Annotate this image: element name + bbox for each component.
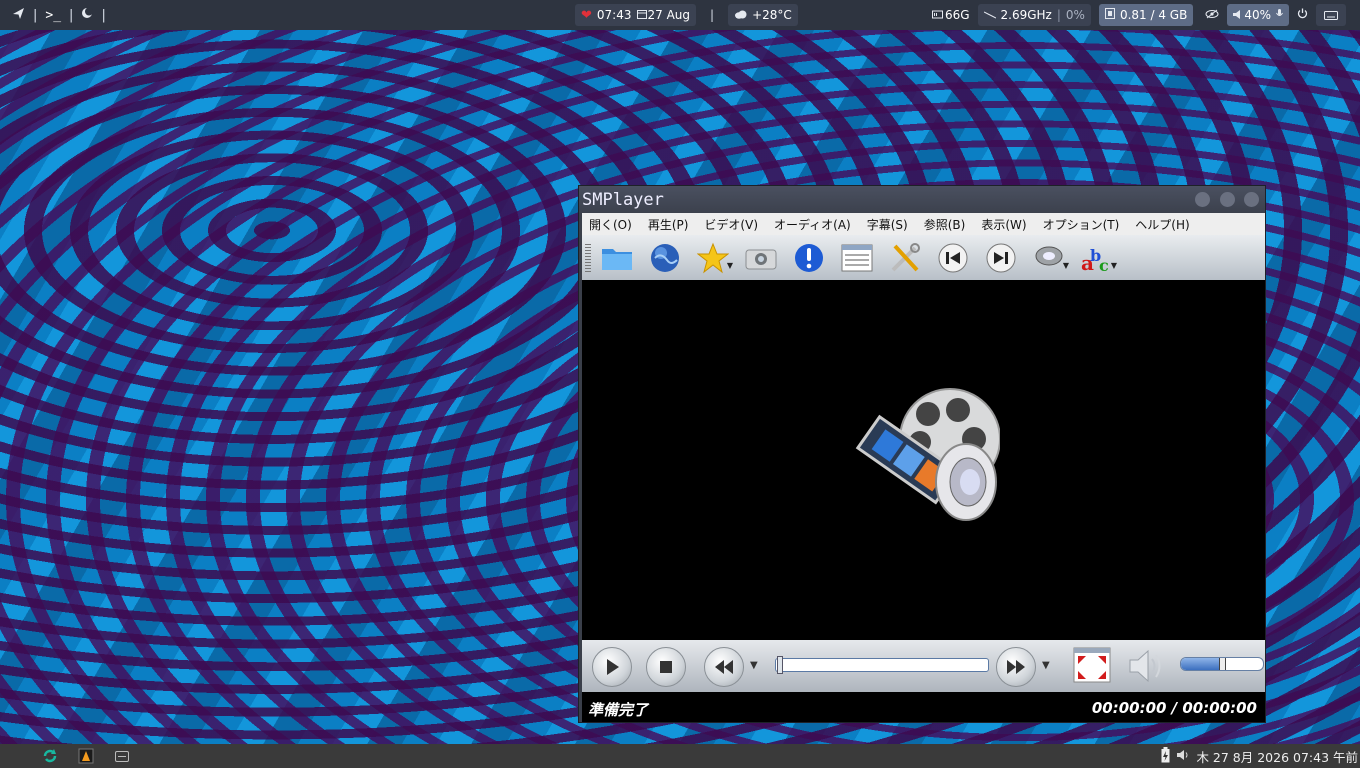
seek-bar[interactable] (775, 656, 989, 674)
disk-widget[interactable]: 66G (931, 8, 970, 22)
speaker-icon (1233, 8, 1242, 22)
menu-options[interactable]: オプション(T) (1035, 216, 1128, 233)
control-bar: ▼ ▼ (582, 640, 1265, 692)
toolbar-grip[interactable] (585, 243, 591, 272)
clock-time: 07:43 (596, 8, 632, 22)
system-tray: 木 27 8月 2026 07:43 午前 (1161, 744, 1358, 768)
top-panel-center: ❤ 07:43 27 Aug | +28°C (575, 0, 798, 30)
seek-handle[interactable] (777, 656, 783, 674)
main-toolbar: ▼ ▼ abc ▼ (582, 235, 1265, 280)
cpu-frequency: 2.69GHz (1000, 8, 1052, 22)
separator: | (33, 7, 38, 23)
separator: | (710, 8, 715, 22)
dropdown-arrow-icon: ▼ (1110, 260, 1117, 270)
video-area[interactable] (582, 280, 1265, 640)
favorites-star-icon[interactable]: ▼ (693, 238, 733, 278)
volume-slider[interactable] (1180, 657, 1264, 671)
top-panel-status: 66G 2.69GHz | 0% 0.81 / 4 GB 40% (931, 0, 1346, 30)
weather-temperature: +28°C (752, 8, 792, 22)
playlist-icon[interactable] (837, 238, 877, 278)
volume-speaker-icon[interactable] (1176, 749, 1190, 764)
maximize-button[interactable] (1220, 192, 1235, 207)
keyboard-icon[interactable] (1316, 4, 1346, 26)
subtitle-abc-icon[interactable]: abc ▼ (1077, 238, 1117, 278)
folder-icon[interactable] (597, 238, 637, 278)
window-list-icon[interactable] (114, 748, 130, 764)
bottom-panel: 木 27 8月 2026 07:43 午前 (0, 744, 1360, 768)
menubar: 開く(O) 再生(P) ビデオ(V) オーディオ(A) 字幕(S) 参照(B) … (582, 213, 1265, 235)
microphone-icon (1276, 8, 1283, 22)
menu-browse[interactable]: 参照(B) (916, 216, 974, 233)
app-launcher-icon[interactable] (78, 748, 94, 764)
svg-text:c: c (1099, 256, 1109, 274)
volume-widget[interactable]: 40% (1227, 4, 1289, 26)
volume-percent: 40% (1244, 8, 1271, 22)
fast-forward-button[interactable] (996, 647, 1036, 687)
dropdown-arrow-icon: ▼ (726, 260, 733, 270)
info-exclamation-icon[interactable] (789, 238, 829, 278)
status-bar: 準備完了 00:00:00 / 00:00:00 (582, 692, 1265, 722)
disk-icon (931, 8, 943, 22)
smplayer-logo (850, 384, 1001, 527)
top-panel: | >_ | | ❤ 07:43 27 Aug | +28°C 66G 2.69… (0, 0, 1360, 30)
menu-audio[interactable]: オーディオ(A) (766, 216, 859, 233)
volume-handle[interactable] (1219, 658, 1226, 670)
audio-track-icon[interactable]: ▼ (1029, 238, 1069, 278)
taskbar-apps (42, 744, 130, 768)
window-titlebar[interactable]: SMPlayer (579, 186, 1265, 213)
mute-speaker-icon[interactable] (1128, 649, 1164, 686)
rewind-dropdown-icon[interactable]: ▼ (750, 660, 758, 671)
separator: | (101, 7, 106, 23)
cpu-graph-icon (983, 8, 996, 22)
datetime-label[interactable]: 木 27 8月 2026 07:43 午前 (1196, 747, 1358, 766)
preferences-tools-icon[interactable] (885, 238, 925, 278)
memory-widget[interactable]: 0.81 / 4 GB (1098, 4, 1194, 26)
refresh-sync-icon[interactable] (42, 748, 58, 764)
night-mode-moon-icon[interactable] (81, 7, 94, 23)
menu-open[interactable]: 開く(O) (582, 216, 640, 233)
volume-fill (1181, 658, 1222, 670)
globe-icon[interactable] (645, 238, 685, 278)
cpu-widget[interactable]: 2.69GHz | 0% (977, 4, 1091, 26)
play-button[interactable] (592, 647, 632, 687)
minimize-button[interactable] (1195, 192, 1210, 207)
clock-widget[interactable]: ❤ 07:43 27 Aug (575, 4, 697, 26)
rewind-button[interactable] (704, 647, 744, 687)
cpu-load: 0% (1065, 8, 1085, 22)
calendar-icon (636, 8, 647, 22)
terminal-icon[interactable]: >_ (45, 8, 61, 23)
dropdown-arrow-icon: ▼ (1062, 260, 1069, 270)
fullscreen-icon[interactable] (1073, 647, 1111, 683)
cloud-icon (734, 8, 747, 22)
disk-free: 66G (944, 8, 970, 22)
menu-view[interactable]: 表示(W) (973, 216, 1034, 233)
status-message: 準備完了 (588, 701, 649, 719)
menu-help[interactable]: ヘルプ(H) (1127, 216, 1197, 233)
menu-play[interactable]: 再生(P) (640, 216, 697, 233)
close-button[interactable] (1244, 192, 1259, 207)
eye-hidden-icon[interactable] (1205, 8, 1219, 22)
window-title: SMPlayer (582, 190, 664, 210)
forward-dropdown-icon[interactable]: ▼ (1042, 660, 1050, 671)
separator: | (69, 7, 74, 23)
top-panel-launchers: | >_ | | (12, 0, 106, 30)
memory-chip-icon (1104, 8, 1115, 22)
time-display: 00:00:00 / 00:00:00 (1091, 699, 1257, 717)
menu-video[interactable]: ビデオ(V) (696, 216, 766, 233)
stop-button[interactable] (646, 647, 686, 687)
previous-track-icon[interactable] (933, 238, 973, 278)
weather-widget[interactable]: +28°C (728, 4, 798, 26)
battery-charging-icon[interactable] (1161, 746, 1170, 766)
heart-icon: ❤ (581, 7, 592, 23)
screenshot-camera-icon[interactable] (741, 238, 781, 278)
separator: | (1056, 8, 1061, 22)
clock-date: 27 Aug (647, 8, 691, 22)
memory-usage: 0.81 / 4 GB (1119, 8, 1188, 22)
next-track-icon[interactable] (981, 238, 1021, 278)
menu-subtitles[interactable]: 字幕(S) (859, 216, 916, 233)
power-icon[interactable] (1297, 8, 1308, 22)
smplayer-window: SMPlayer 開く(O) 再生(P) ビデオ(V) オーディオ(A) 字幕(… (578, 185, 1266, 723)
send-arrow-icon[interactable] (12, 7, 25, 24)
